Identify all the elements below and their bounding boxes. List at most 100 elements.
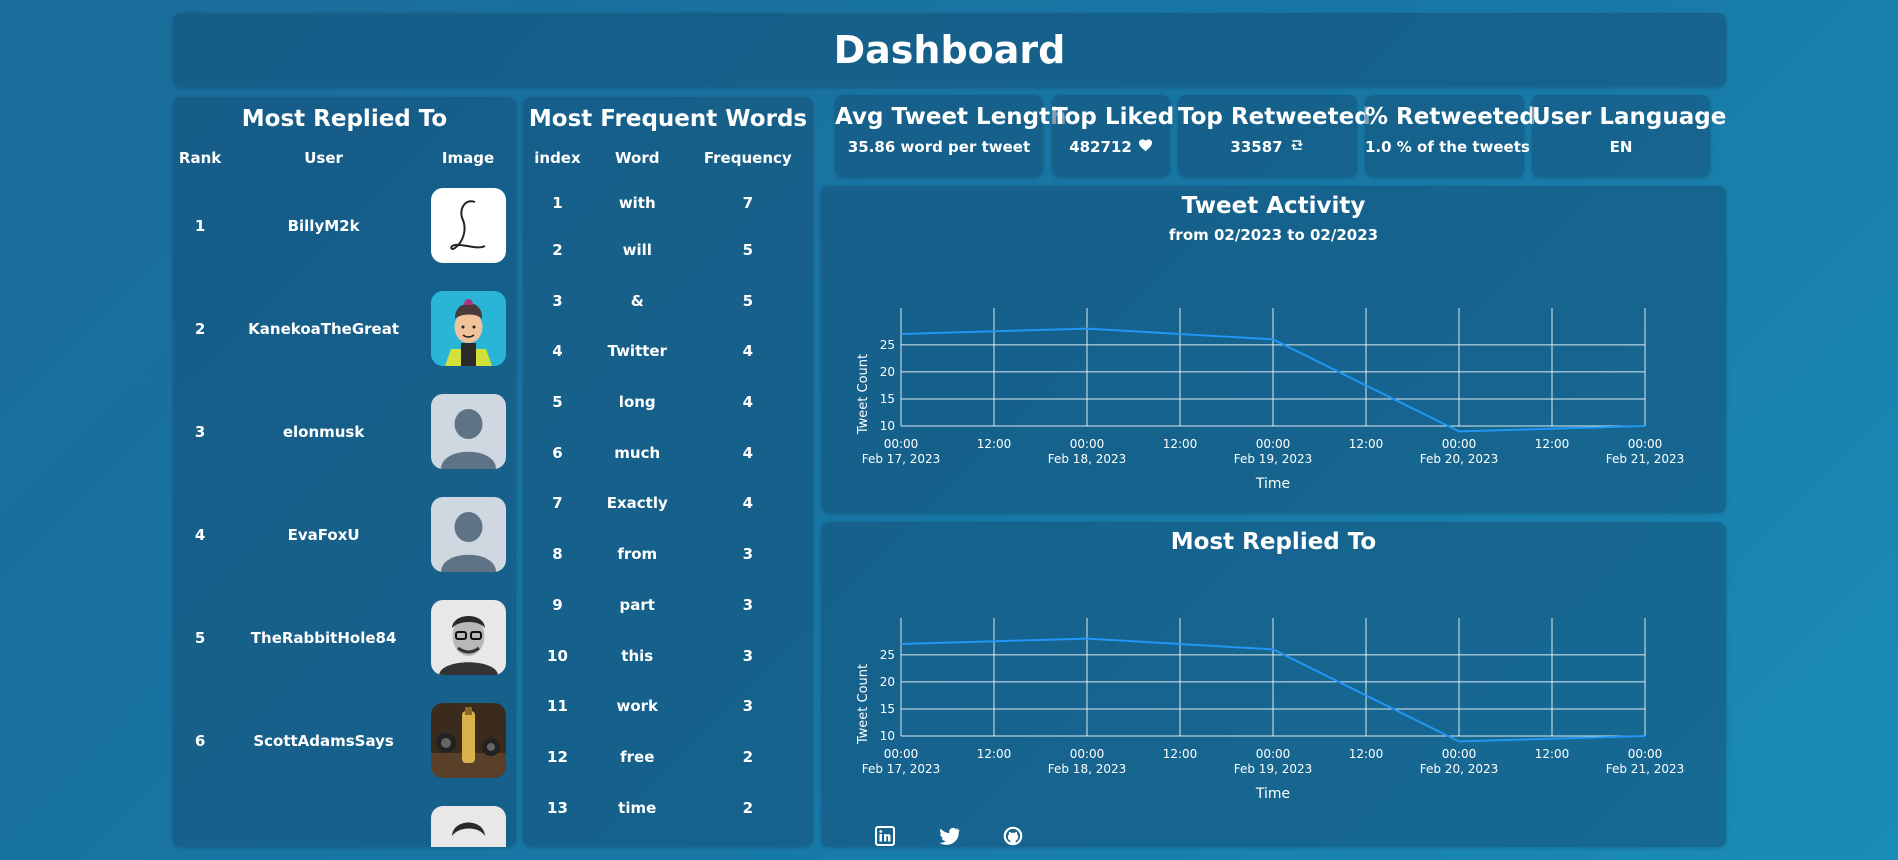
y-tick-label: 15 [880, 392, 895, 406]
x-tick-label: 12:00 [977, 747, 1012, 761]
user-language-title: User Language [1532, 104, 1727, 130]
retweet-icon [1289, 138, 1305, 156]
percent-retweeted-value: 1.0 % of the tweets [1365, 138, 1530, 156]
script-l-avatar [430, 188, 506, 263]
x-tick-label: 12:00 [977, 437, 1012, 451]
rank-cell: 5 [194, 628, 206, 647]
user-language-card: User Language EN [1532, 95, 1727, 177]
top-retweeted-title: Top Retweeted [1178, 104, 1371, 130]
table-row: 4 EvaFoxU [173, 483, 516, 586]
x-tick-date-label: Feb 21, 2023 [1606, 452, 1685, 466]
y-tick-label: 15 [880, 702, 895, 716]
user-language-value: EN [1609, 138, 1633, 156]
index-cell: 11 [547, 697, 568, 716]
page-title: Dashboard [833, 28, 1066, 72]
index-cell: 8 [552, 545, 563, 564]
x-tick-label: 00:00 [1070, 747, 1105, 761]
rank-cell: 1 [194, 216, 206, 235]
top-retweeted-value: 33587 [1230, 138, 1283, 156]
word-cell: Twitter [607, 342, 667, 361]
y-tick-label: 10 [880, 419, 895, 433]
frequency-cell: 3 [742, 595, 753, 614]
table-row: 1 BillyM2k [173, 174, 516, 277]
avg-tweet-length-card: Avg Tweet Length 35.86 word per tweet [835, 95, 1067, 177]
x-tick-label: 12:00 [1535, 747, 1570, 761]
x-tick-date-label: Feb 18, 2023 [1048, 762, 1127, 776]
frequency-cell: 3 [742, 646, 753, 665]
tweet-activity-chart-panel: Tweet Activity from 02/2023 to 02/2023 0… [821, 186, 1726, 513]
top-liked-title: Top Liked [1052, 104, 1175, 130]
frequency-cell: 4 [742, 443, 753, 462]
table-row: 6 much 4 [523, 427, 813, 478]
table-row: 6 ScottAdamsSays [173, 689, 516, 792]
x-tick-date-label: Feb 21, 2023 [1606, 762, 1685, 776]
x-tick-label: 12:00 [1349, 437, 1384, 451]
frequency-cell: 4 [742, 393, 753, 412]
header-panel: Dashboard [173, 13, 1726, 87]
x-axis-label: Time [1255, 786, 1290, 802]
partial-avatar [430, 806, 506, 847]
user-cell: BillyM2k [287, 216, 360, 235]
word-cell: from [617, 545, 658, 564]
table-row: 8 from 3 [523, 529, 813, 580]
table-row: 4 Twitter 4 [523, 326, 813, 377]
y-tick-label: 25 [880, 338, 895, 352]
avg-tweet-length-title: Avg Tweet Length [835, 104, 1067, 130]
col-frequency: Frequency [703, 149, 792, 167]
table-row: 3 & 5 [523, 275, 813, 326]
x-tick-label: 00:00 [1442, 747, 1477, 761]
default-avatar [430, 394, 506, 469]
x-tick-label: 00:00 [1442, 437, 1477, 451]
table-row [173, 792, 516, 847]
word-cell: & [630, 291, 644, 310]
index-cell: 13 [547, 798, 568, 817]
user-cell: EvaFoxU [287, 525, 360, 544]
cartoon-man-avatar [430, 291, 506, 366]
table-row: 10 this 3 [523, 630, 813, 681]
word-cell: long [618, 393, 656, 412]
frequent-words-panel: Most Frequent Words index Word Frequency… [523, 97, 813, 847]
x-tick-label: 12:00 [1163, 747, 1198, 761]
x-tick-label: 12:00 [1163, 437, 1198, 451]
x-tick-label: 12:00 [1349, 747, 1384, 761]
word-cell: free [620, 747, 655, 766]
col-rank: Rank [178, 149, 222, 167]
user-cell: KanekoaTheGreat [248, 319, 400, 338]
linkedin-icon[interactable] [872, 824, 898, 848]
twitter-icon[interactable] [936, 824, 962, 848]
x-tick-date-label: Feb 17, 2023 [862, 762, 941, 776]
table-row: 12 free 2 [523, 732, 813, 783]
word-cell: will [622, 241, 652, 260]
frequency-cell: 2 [742, 798, 753, 817]
top-liked-value: 482712 [1069, 138, 1132, 156]
top-liked-card: Top Liked 482712 [1052, 95, 1175, 177]
x-tick-date-label: Feb 19, 2023 [1234, 762, 1313, 776]
github-icon[interactable] [1000, 824, 1026, 848]
frequency-cell: 4 [742, 342, 753, 361]
y-tick-label: 10 [880, 729, 895, 743]
tweet-activity-chart: 00:00Feb 17, 202312:00 00:00Feb 18, 20231… [856, 308, 1685, 492]
frequency-cell: 3 [742, 697, 753, 716]
table-row: 5 TheRabbitHole84 [173, 586, 516, 689]
y-tick-label: 20 [880, 365, 895, 379]
col-user: User [304, 149, 343, 167]
word-cell: part [619, 595, 655, 614]
frequency-cell: 3 [742, 545, 753, 564]
percent-retweeted-title: % Retweeted [1365, 104, 1536, 130]
x-tick-date-label: Feb 17, 2023 [862, 452, 941, 466]
table-row: 2 will 5 [523, 225, 813, 276]
frequency-cell: 7 [742, 194, 753, 213]
table-row: 13 time 2 [523, 782, 813, 833]
table-row: 11 work 3 [523, 681, 813, 732]
most-replied-chart-panel: Most Replied To 00:00 Feb 17, 2023 12:00 00… [821, 522, 1726, 847]
col-index: index [534, 149, 581, 167]
y-tick-label: 25 [880, 648, 895, 662]
index-cell: 4 [552, 342, 563, 361]
default-avatar [430, 497, 506, 572]
bottle-photo-avatar [430, 703, 506, 778]
index-cell: 6 [552, 443, 563, 462]
percent-retweeted-card: % Retweeted 1.0 % of the tweets [1365, 95, 1536, 177]
glasses-man-photo-avatar [430, 600, 506, 675]
table-row: 9 part 3 [523, 580, 813, 631]
x-tick-date-label: Feb 20, 2023 [1420, 452, 1499, 466]
